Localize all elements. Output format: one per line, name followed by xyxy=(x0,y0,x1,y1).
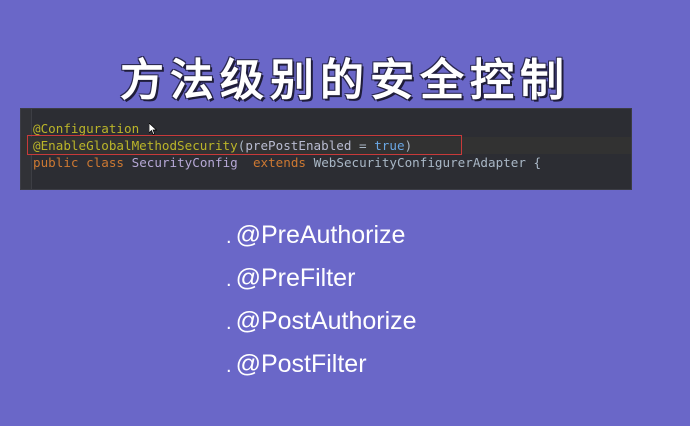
parent-class-name: WebSecurityConfigurerAdapter xyxy=(313,155,526,170)
list-item-pre-authorize: . @PreAuthorize xyxy=(226,214,417,257)
slide-title: 方法级别的安全控制 xyxy=(120,55,570,106)
class-keyword: class xyxy=(86,155,125,170)
class-name: SecurityConfig xyxy=(131,155,238,170)
extends-keyword: extends xyxy=(252,155,307,170)
list-item-label: @PreAuthorize xyxy=(235,221,406,249)
bullet-dot: . xyxy=(226,226,232,248)
highlight-box xyxy=(27,135,462,155)
list-item-label: @PostFilter xyxy=(235,350,367,378)
list-item-label: @PostAuthorize xyxy=(235,307,417,335)
list-item-label: @PreFilter xyxy=(235,264,356,292)
annotation-bullet-list: . @PreAuthorize . @PreFilter . @PostAuthori… xyxy=(226,214,417,386)
list-item-post-filter: . @PostFilter xyxy=(226,343,417,386)
code-line-class-declaration: public class SecurityConfig extends WebS… xyxy=(33,154,541,171)
bullet-dot: . xyxy=(226,312,232,334)
mouse-pointer-icon xyxy=(149,123,157,135)
bullet-dot: . xyxy=(226,355,232,377)
public-keyword: public xyxy=(33,155,79,170)
configuration-annotation: Configuration xyxy=(40,121,140,136)
code-editor-panel: @Configuration @EnableGlobalMethodSecuri… xyxy=(20,108,632,190)
open-brace: { xyxy=(533,155,542,170)
list-item-post-authorize: . @PostAuthorize xyxy=(226,300,417,343)
list-item-pre-filter: . @PreFilter xyxy=(226,257,417,300)
at-symbol: @ xyxy=(33,121,41,136)
bullet-dot: . xyxy=(226,269,232,291)
